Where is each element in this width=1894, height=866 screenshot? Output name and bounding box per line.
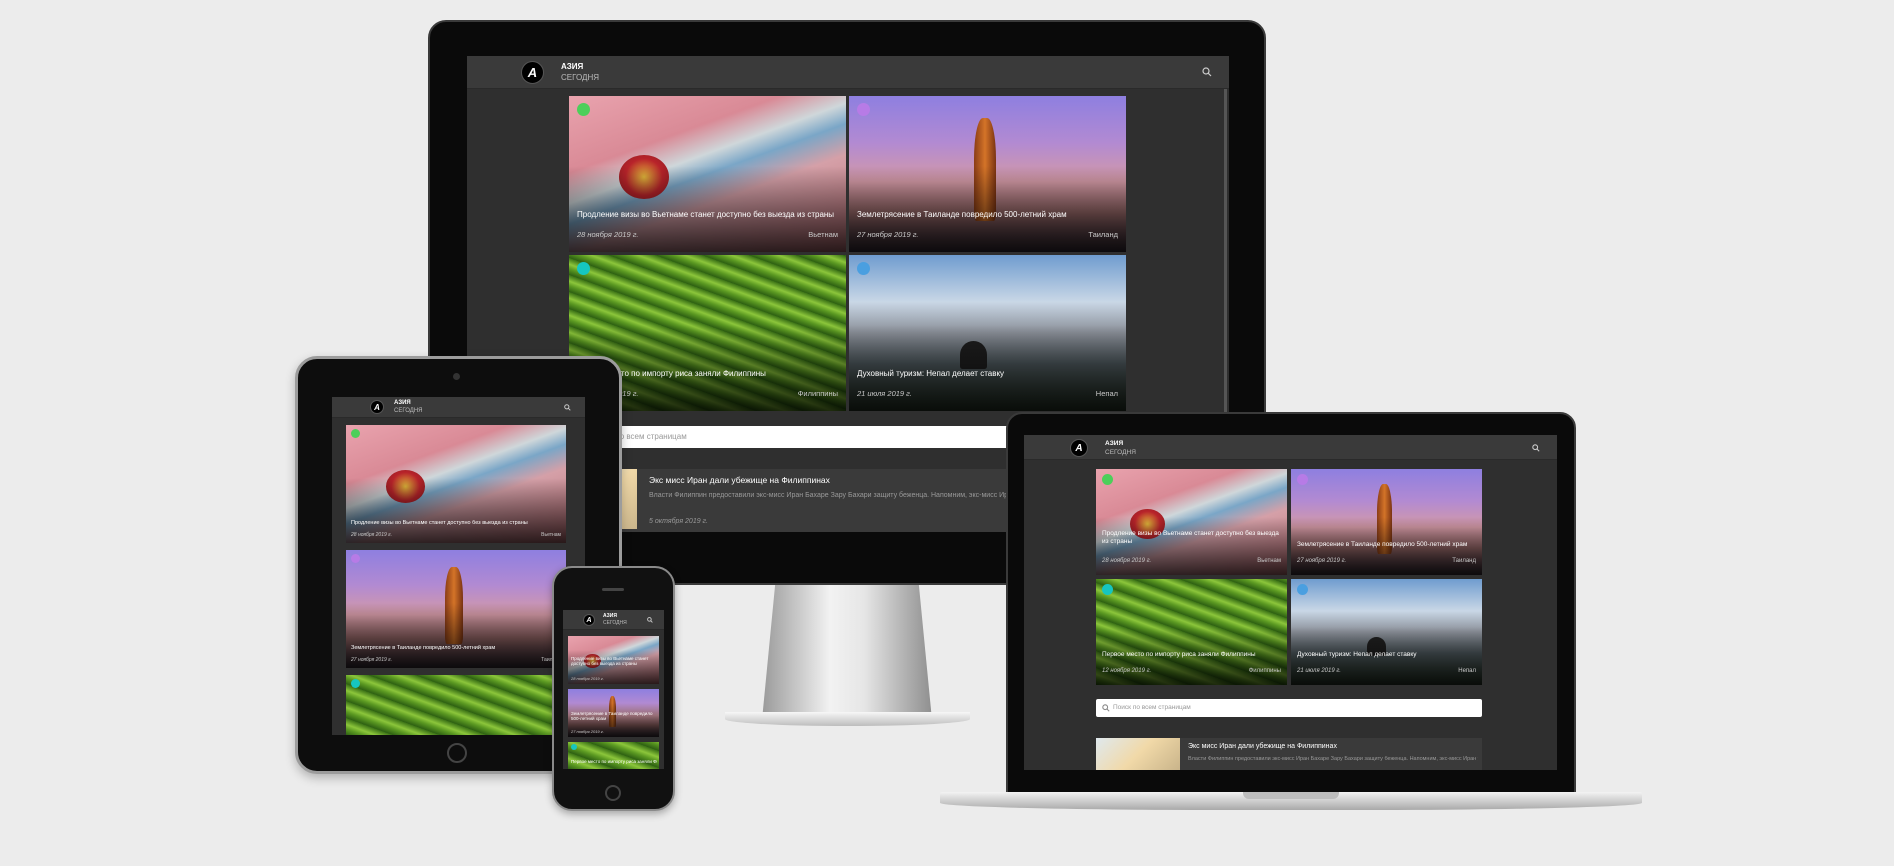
category-dot bbox=[1102, 584, 1113, 595]
category-dot bbox=[857, 103, 870, 116]
category-dot bbox=[1297, 584, 1308, 595]
card-date: 28 ноября 2019 г. bbox=[351, 532, 393, 538]
search-icon[interactable] bbox=[1532, 444, 1540, 452]
article-date: 5 октября 2019 г. bbox=[649, 518, 708, 525]
card-title[interactable]: Землетрясение в Таиланде повредило 500-л… bbox=[351, 645, 561, 652]
card-date: 28 ноября 2019 г. bbox=[577, 230, 639, 239]
article-title[interactable]: Экс мисс Иран дали убежище на Филиппинах bbox=[1188, 743, 1337, 750]
site-tagline: СЕГОДНЯ bbox=[603, 620, 627, 626]
card-category[interactable]: Таиланд bbox=[1088, 230, 1118, 239]
site-name[interactable]: АЗИЯ bbox=[394, 400, 411, 406]
card-category[interactable]: Непал bbox=[1458, 668, 1476, 674]
site-header: A АЗИЯ СЕГОДНЯ bbox=[467, 56, 1229, 89]
category-dot bbox=[857, 262, 870, 275]
site-header: A АЗИЯ СЕГОДНЯ bbox=[563, 610, 664, 630]
card-title[interactable]: Землетрясение в Таиланде повредило 500-л… bbox=[1297, 541, 1477, 549]
trackpad-notch bbox=[1243, 792, 1339, 799]
site-logo[interactable]: A bbox=[1070, 439, 1088, 457]
category-dot bbox=[571, 744, 577, 750]
site-logo[interactable]: A bbox=[370, 400, 384, 414]
card-category[interactable]: Непал bbox=[1096, 389, 1118, 398]
news-card[interactable]: Продление визы во Вьетнаме станет доступ… bbox=[569, 96, 846, 252]
category-dot bbox=[1102, 474, 1113, 485]
home-button[interactable] bbox=[605, 785, 621, 801]
article-title[interactable]: Экс мисс Иран дали убежище на Филиппинах bbox=[649, 475, 830, 485]
phone-screen: A АЗИЯ СЕГОДНЯ Продление визы во Вьетнам… bbox=[563, 610, 664, 769]
card-date: 28 ноября 2019 г. bbox=[1102, 558, 1152, 564]
search-icon bbox=[1102, 704, 1110, 712]
home-button[interactable] bbox=[447, 743, 467, 763]
article-excerpt: Власти Филиппин предоставили экс-мисс Ир… bbox=[1188, 756, 1478, 762]
news-card[interactable]: Духовный туризм: Непал делает ставку 21 … bbox=[1291, 579, 1482, 685]
category-dot bbox=[351, 429, 360, 438]
card-title[interactable]: Духовный туризм: Непал делает ставку bbox=[1297, 651, 1477, 659]
site-name[interactable]: АЗИЯ bbox=[1105, 440, 1123, 447]
search-placeholder: Поиск по всем страницам bbox=[1113, 704, 1191, 711]
card-title[interactable]: Продление визы во Вьетнаме станет доступ… bbox=[1102, 530, 1282, 546]
list-article[interactable]: Экс мисс Иран дали убежище на Филиппинах… bbox=[1096, 738, 1482, 770]
card-category[interactable]: Филиппины bbox=[1249, 668, 1281, 674]
card-date: 27 ноября 2019 г. bbox=[351, 657, 393, 663]
card-date: 27 ноября 2019 г. bbox=[571, 729, 604, 734]
news-card[interactable]: Землетрясение в Таиланде повредило 500-л… bbox=[568, 689, 659, 737]
news-card[interactable]: Духовный туризм: Непал делает ставку 21 … bbox=[849, 255, 1126, 411]
card-title[interactable]: Землетрясение в Таиланде повредило 500-л… bbox=[571, 711, 657, 722]
news-card[interactable]: Первое место по импорту риса заняли Фили… bbox=[568, 742, 659, 769]
card-category[interactable]: Филиппины bbox=[798, 389, 838, 398]
site-logo[interactable]: A bbox=[521, 61, 544, 84]
card-category[interactable]: Вьетнам bbox=[808, 230, 838, 239]
news-card[interactable]: Первое место по импорту риса заняли Фили… bbox=[1096, 579, 1287, 685]
category-dot bbox=[577, 103, 590, 116]
search-icon[interactable] bbox=[1202, 67, 1212, 77]
article-thumbnail[interactable] bbox=[1096, 738, 1180, 770]
news-card[interactable]: Продление визы во Вьетнаме станет доступ… bbox=[346, 425, 566, 543]
speaker bbox=[602, 588, 624, 591]
news-card[interactable]: Землетрясение в Таиланде повредило 500-л… bbox=[1291, 469, 1482, 575]
site-header: A АЗИЯ СЕГОДНЯ bbox=[332, 397, 585, 418]
news-card[interactable]: Землетрясение в Таиланде повредило 500-л… bbox=[346, 550, 566, 668]
card-title[interactable]: Духовный туризм: Непал делает ставку bbox=[857, 369, 1119, 379]
site-tagline: СЕГОДНЯ bbox=[561, 73, 600, 82]
site-name[interactable]: АЗИЯ bbox=[561, 62, 583, 71]
news-card[interactable] bbox=[346, 675, 566, 735]
laptop-screen: A АЗИЯ СЕГОДНЯ Продление визы во Вьетнам… bbox=[1024, 435, 1557, 770]
category-dot bbox=[577, 262, 590, 275]
category-dot bbox=[351, 554, 360, 563]
category-dot bbox=[351, 679, 360, 688]
card-date: 27 ноября 2019 г. bbox=[857, 230, 919, 239]
card-title[interactable]: Продление визы во Вьетнаме станет доступ… bbox=[571, 656, 657, 667]
card-title[interactable]: Первое место по импорту риса заняли Фили… bbox=[1102, 651, 1282, 659]
news-card[interactable]: Землетрясение в Таиланде повредило 500-л… bbox=[849, 96, 1126, 252]
card-date: 21 июля 2019 г. bbox=[857, 389, 912, 398]
card-title[interactable]: Землетрясение в Таиланде повредило 500-л… bbox=[857, 210, 1119, 220]
site-tagline: СЕГОДНЯ bbox=[1105, 449, 1136, 456]
card-date: 21 июля 2019 г. bbox=[1297, 668, 1341, 674]
tablet-screen: A АЗИЯ СЕГОДНЯ Продление визы во Вьетнам… bbox=[332, 397, 585, 735]
camera-icon bbox=[453, 373, 460, 380]
category-dot bbox=[1297, 474, 1308, 485]
card-date: 27 ноября 2019 г. bbox=[1297, 558, 1347, 564]
card-category[interactable]: Вьетнам bbox=[1257, 558, 1281, 564]
search-icon[interactable] bbox=[564, 404, 571, 411]
search-icon[interactable] bbox=[647, 617, 653, 623]
card-title[interactable]: Продление визы во Вьетнаме станет доступ… bbox=[577, 210, 839, 220]
monitor-stand bbox=[762, 580, 932, 720]
card-category[interactable]: Таиланд bbox=[1452, 558, 1476, 564]
site-name[interactable]: АЗИЯ bbox=[603, 613, 617, 619]
site-tagline: СЕГОДНЯ bbox=[394, 408, 423, 414]
monitor-base bbox=[725, 712, 970, 726]
site-header: A АЗИЯ СЕГОДНЯ bbox=[1024, 435, 1557, 460]
card-category[interactable]: Вьетнам bbox=[541, 532, 561, 538]
card-title[interactable]: Продление визы во Вьетнаме станет доступ… bbox=[351, 520, 561, 527]
card-date: 28 ноября 2019 г. bbox=[571, 676, 604, 681]
news-card[interactable]: Продление визы во Вьетнаме станет доступ… bbox=[1096, 469, 1287, 575]
search-input[interactable]: Поиск по всем страницам bbox=[1096, 699, 1482, 717]
card-title[interactable]: Первое место по импорту риса заняли Фили… bbox=[571, 759, 657, 765]
news-card[interactable]: Продление визы во Вьетнаме станет доступ… bbox=[568, 636, 659, 684]
card-date: 12 ноября 2019 г. bbox=[1102, 668, 1152, 674]
site-logo[interactable]: A bbox=[583, 614, 595, 626]
